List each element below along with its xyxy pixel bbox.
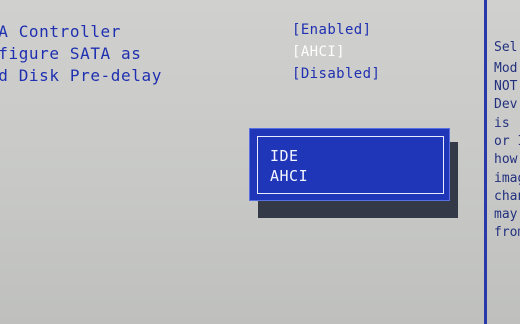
help-line: chan — [494, 189, 520, 204]
sata-mode-popup: IDE AHCI — [249, 128, 450, 201]
help-line: is — [494, 116, 510, 131]
help-line: Sel — [494, 40, 518, 55]
help-line: imag — [494, 171, 520, 186]
help-line: Dev — [494, 97, 518, 112]
setting-value-configure-sata-as[interactable]: [AHCI] — [292, 44, 345, 60]
setting-label-configure-sata-as[interactable]: nfigure SATA as — [0, 44, 142, 63]
option-ide[interactable]: IDE — [270, 147, 299, 165]
help-line: from — [494, 225, 520, 240]
help-line: how — [494, 152, 518, 167]
setting-label-hard-disk-pre-delay[interactable]: rd Disk Pre-delay — [0, 66, 162, 85]
setting-value-hard-disk-pre-delay[interactable]: [Disabled] — [292, 66, 380, 82]
setting-value-sata-controller[interactable]: [Enabled] — [292, 22, 371, 38]
help-line: or I — [494, 134, 520, 149]
setting-label-sata-controller[interactable]: IA Controller — [0, 22, 121, 41]
help-line: may — [494, 207, 518, 222]
option-ahci[interactable]: AHCI — [270, 167, 308, 185]
help-line: NOT — [494, 79, 518, 94]
help-panel: Sel Mod NOT Dev is or I how imag chan ma… — [490, 0, 520, 324]
panel-divider — [484, 0, 487, 324]
help-line: Mod — [494, 61, 518, 76]
popup-frame: IDE AHCI — [257, 136, 444, 194]
